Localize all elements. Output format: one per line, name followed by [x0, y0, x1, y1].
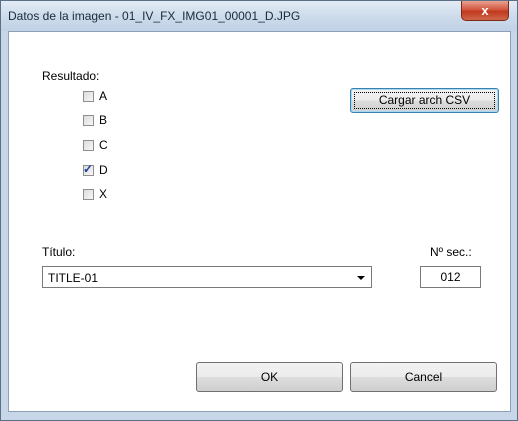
titulo-select[interactable]: TITLE-01 — [42, 266, 372, 288]
dialog-content: Resultado: A B C ✓ D X Cargar arch CSV T — [8, 31, 511, 412]
chevron-down-icon[interactable] — [357, 276, 365, 280]
checkbox-a[interactable] — [83, 91, 94, 102]
titulo-label: Título: — [42, 245, 76, 259]
window-title: Datos de la imagen - 01_IV_FX_IMG01_0000… — [8, 9, 301, 23]
resultado-label: Resultado: — [42, 69, 100, 83]
checkbox-x[interactable] — [83, 189, 94, 200]
dialog-window: Datos de la imagen - 01_IV_FX_IMG01_0000… — [0, 0, 518, 421]
titulo-select-value: TITLE-01 — [48, 271, 99, 285]
seq-label: Nº sec.: — [430, 245, 472, 259]
check-mark-icon: ✓ — [83, 162, 94, 176]
ok-button-label: OK — [260, 370, 279, 384]
ok-button[interactable]: OK — [196, 362, 343, 392]
checkbox-b[interactable] — [83, 115, 94, 126]
close-icon: x — [481, 3, 489, 18]
cancel-button[interactable]: Cancel — [350, 362, 497, 392]
checkbox-label-a: A — [99, 89, 108, 103]
checkbox-label-d: D — [99, 163, 108, 177]
close-button[interactable]: x — [461, 1, 509, 21]
checkbox-label-x: X — [99, 187, 108, 201]
checkbox-d[interactable]: ✓ — [83, 162, 94, 176]
seq-input[interactable]: 012 — [420, 266, 481, 288]
checkbox-label-c: C — [99, 138, 108, 152]
checkbox-label-b: B — [99, 113, 108, 127]
title-bar[interactable]: Datos de la imagen - 01_IV_FX_IMG01_0000… — [1, 1, 517, 31]
load-csv-button[interactable]: Cargar arch CSV — [350, 88, 499, 113]
focus-rectangle — [354, 92, 495, 109]
checkbox-c[interactable] — [83, 140, 94, 151]
cancel-button-label: Cancel — [404, 370, 443, 384]
